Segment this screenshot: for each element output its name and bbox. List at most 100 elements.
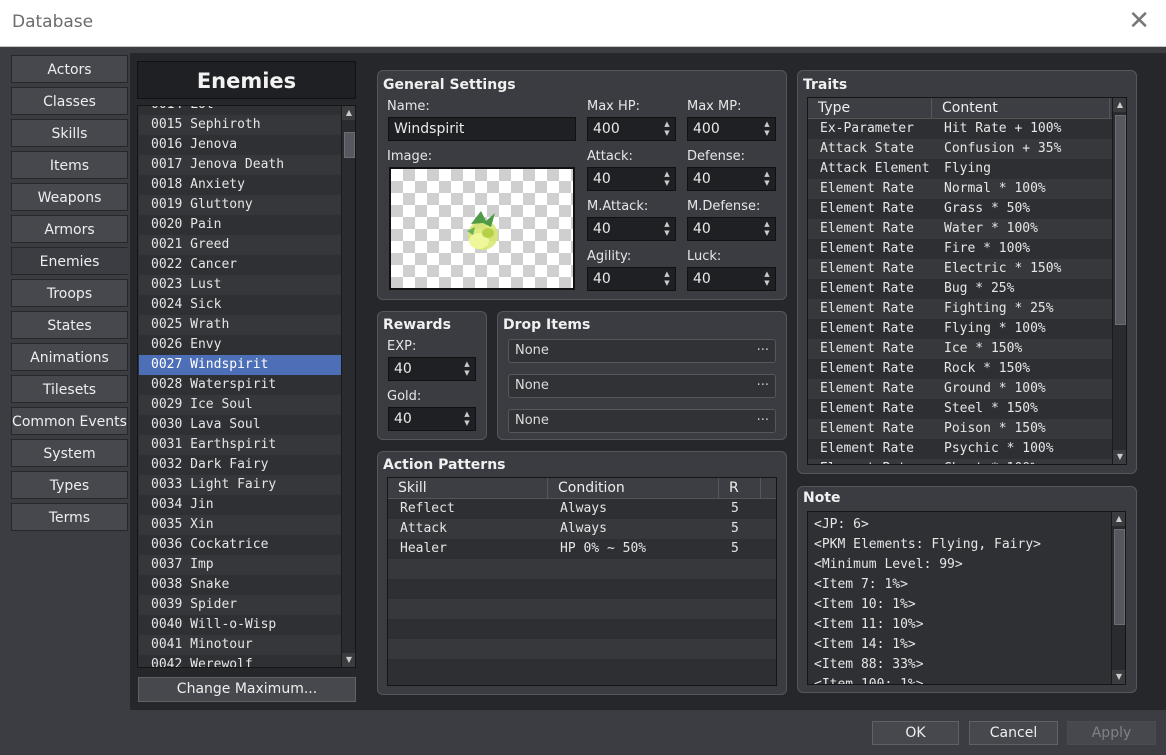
tab-classes[interactable]: Classes: [11, 87, 128, 115]
list-item[interactable]: 0031 Earthspirit: [139, 435, 341, 455]
list-item[interactable]: 0027 Windspirit: [139, 355, 341, 375]
table-row[interactable]: [388, 599, 776, 619]
list-item[interactable]: 0038 Snake: [139, 575, 341, 595]
scrollbar-thumb[interactable]: [1115, 115, 1126, 325]
table-row[interactable]: Element Rate Steel * 150%: [808, 399, 1112, 419]
table-row[interactable]: Element Rate Normal * 100%: [808, 179, 1112, 199]
tab-common-events[interactable]: Common Events: [11, 407, 128, 435]
table-row[interactable]: Element Rate Poison * 150%: [808, 419, 1112, 439]
table-row[interactable]: [388, 659, 776, 679]
list-item[interactable]: 0020 Pain: [139, 215, 341, 235]
tab-states[interactable]: States: [11, 311, 128, 339]
scroll-up-arrow-icon[interactable]: ▲: [1112, 512, 1125, 526]
spinner-arrows-icon[interactable]: ▲ ▼: [762, 120, 772, 138]
max-hp-field[interactable]: 400 ▲ ▼: [587, 117, 676, 141]
tab-animations[interactable]: Animations: [11, 343, 128, 371]
list-item[interactable]: 0022 Cancer: [139, 255, 341, 275]
note-textarea[interactable]: <JP: 6> <PKM Elements: Flying, Fairy> <Min…: [807, 511, 1126, 685]
spinner-arrows-icon[interactable]: ▲ ▼: [662, 220, 672, 238]
table-row[interactable]: Attack Always 5: [388, 519, 776, 539]
column-header-content[interactable]: Content: [932, 98, 1110, 118]
scroll-down-arrow-icon[interactable]: ▼: [342, 653, 355, 667]
scrollbar-thumb[interactable]: [1114, 529, 1125, 625]
list-item[interactable]: 0018 Anxiety: [139, 175, 341, 195]
tab-terms[interactable]: Terms: [11, 503, 128, 531]
table-row[interactable]: [388, 619, 776, 639]
tab-skills[interactable]: Skills: [11, 119, 128, 147]
spinner-arrows-icon[interactable]: ▲ ▼: [662, 120, 672, 138]
traits-scrollbar[interactable]: ▲ ▼: [1112, 98, 1126, 464]
traits-table[interactable]: Type Content Ex-Parameter Hit Rate + 100%…: [807, 97, 1127, 465]
action-patterns-table[interactable]: Skill Condition R Reflect Always 5 Attack Al…: [387, 477, 777, 686]
spinner-arrows-icon[interactable]: ▲ ▼: [462, 360, 472, 378]
name-field[interactable]: Windspirit: [388, 117, 576, 141]
enemy-list[interactable]: 0014 Lol0015 Sephiroth0016 Jenova0017 Je…: [137, 105, 356, 668]
table-row[interactable]: Element Rate Fighting * 25%: [808, 299, 1112, 319]
table-row[interactable]: Element Rate Fire * 100%: [808, 239, 1112, 259]
attack-field[interactable]: 40 ▲ ▼: [587, 167, 676, 191]
table-row[interactable]: Healer HP 0% ~ 50% 5: [388, 539, 776, 559]
tab-types[interactable]: Types: [11, 471, 128, 499]
scrollbar-thumb[interactable]: [344, 132, 355, 158]
list-item[interactable]: 0036 Cockatrice: [139, 535, 341, 555]
tab-armors[interactable]: Armors: [11, 215, 128, 243]
table-row[interactable]: [388, 639, 776, 659]
table-row[interactable]: Attack Element Flying: [808, 159, 1112, 179]
scroll-up-arrow-icon[interactable]: ▲: [342, 106, 355, 120]
list-item[interactable]: 0029 Ice Soul: [139, 395, 341, 415]
column-header-r[interactable]: R: [719, 478, 761, 498]
table-row[interactable]: Element Rate Psychic * 100%: [808, 439, 1112, 459]
luck-field[interactable]: 40 ▲ ▼: [687, 267, 776, 291]
table-row[interactable]: [388, 559, 776, 579]
enemy-image[interactable]: [389, 167, 575, 290]
exp-field[interactable]: 40 ▲ ▼: [388, 357, 476, 381]
list-item[interactable]: 0028 Waterspirit: [139, 375, 341, 395]
table-row[interactable]: Reflect Always 5: [388, 499, 776, 519]
tab-tilesets[interactable]: Tilesets: [11, 375, 128, 403]
list-item[interactable]: 0024 Sick: [139, 295, 341, 315]
table-row[interactable]: Element Rate Ice * 150%: [808, 339, 1112, 359]
cancel-button[interactable]: Cancel: [969, 721, 1058, 745]
spinner-arrows-icon[interactable]: ▲ ▼: [662, 170, 672, 188]
spinner-arrows-icon[interactable]: ▲ ▼: [662, 270, 672, 288]
column-header-skill[interactable]: Skill: [388, 478, 548, 498]
scroll-down-arrow-icon[interactable]: ▼: [1113, 450, 1126, 464]
list-item[interactable]: 0026 Envy: [139, 335, 341, 355]
mdefense-field[interactable]: 40 ▲ ▼: [687, 217, 776, 241]
scroll-up-arrow-icon[interactable]: ▲: [1113, 98, 1126, 112]
spinner-arrows-icon[interactable]: ▲ ▼: [762, 170, 772, 188]
list-item[interactable]: 0032 Dark Fairy: [139, 455, 341, 475]
tab-enemies[interactable]: Enemies: [11, 247, 128, 275]
table-row[interactable]: Element Rate Ghost * 100%: [808, 459, 1112, 464]
close-icon[interactable]: ✕: [1128, 8, 1150, 34]
list-item[interactable]: 0025 Wrath: [139, 315, 341, 335]
drop-item-2[interactable]: None ···: [508, 374, 776, 398]
defense-field[interactable]: 40 ▲ ▼: [687, 167, 776, 191]
list-item[interactable]: 0037 Imp: [139, 555, 341, 575]
table-row[interactable]: Element Rate Ground * 100%: [808, 379, 1112, 399]
column-header-type[interactable]: Type: [808, 98, 932, 118]
table-row[interactable]: [388, 579, 776, 599]
spinner-arrows-icon[interactable]: ▲ ▼: [762, 220, 772, 238]
table-row[interactable]: Element Rate Water * 100%: [808, 219, 1112, 239]
list-item[interactable]: 0019 Gluttony: [139, 195, 341, 215]
spinner-arrows-icon[interactable]: ▲ ▼: [462, 410, 472, 428]
spinner-arrows-icon[interactable]: ▲ ▼: [762, 270, 772, 288]
table-row[interactable]: Element Rate Grass * 50%: [808, 199, 1112, 219]
tab-troops[interactable]: Troops: [11, 279, 128, 307]
tab-system[interactable]: System: [11, 439, 128, 467]
gold-field[interactable]: 40 ▲ ▼: [388, 407, 476, 431]
drop-item-1[interactable]: None ···: [508, 339, 776, 363]
list-item[interactable]: 0035 Xin: [139, 515, 341, 535]
apply-button[interactable]: Apply: [1067, 721, 1156, 745]
list-item[interactable]: 0033 Light Fairy: [139, 475, 341, 495]
enemy-list-scrollbar[interactable]: ▲ ▼: [341, 106, 355, 667]
tab-weapons[interactable]: Weapons: [11, 183, 128, 211]
change-maximum-button[interactable]: Change Maximum...: [138, 677, 356, 702]
table-row[interactable]: Element Rate Bug * 25%: [808, 279, 1112, 299]
column-header-condition[interactable]: Condition: [548, 478, 719, 498]
table-row[interactable]: Element Rate Electric * 150%: [808, 259, 1112, 279]
scroll-down-arrow-icon[interactable]: ▼: [1112, 670, 1125, 684]
note-scrollbar[interactable]: ▲ ▼: [1111, 512, 1125, 684]
drop-item-3[interactable]: None ···: [508, 409, 776, 433]
